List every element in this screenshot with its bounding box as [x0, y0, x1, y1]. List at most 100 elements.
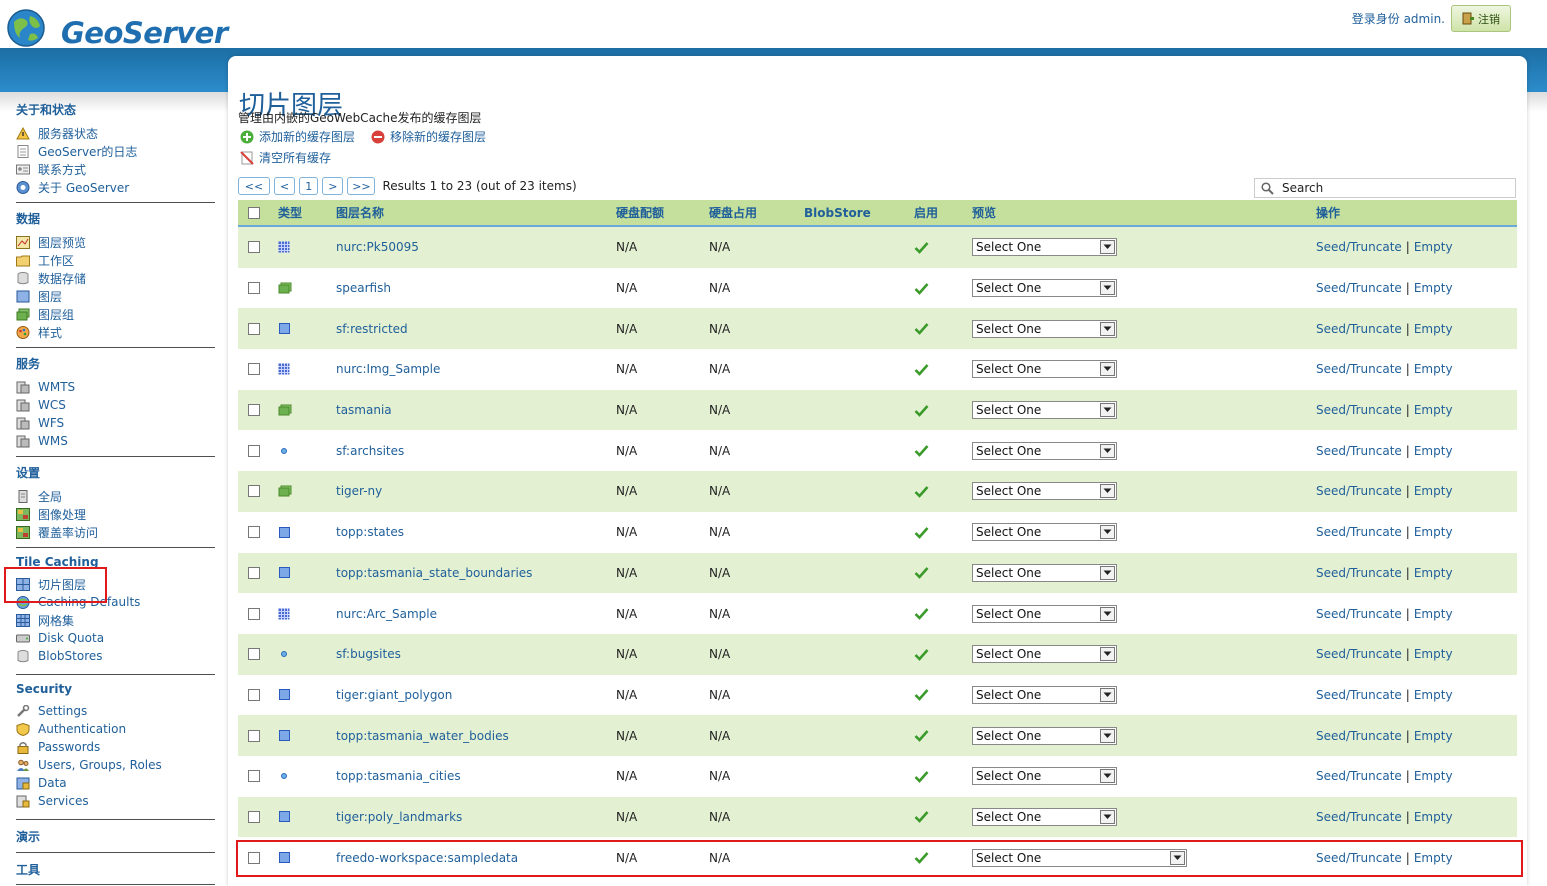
column-disk-quota[interactable]: 硬盘配额 [616, 204, 664, 221]
nav-item-coverage-access[interactable]: 覆盖率访问 [16, 523, 215, 541]
nav-item-image-processing[interactable]: 图像处理 [16, 505, 215, 523]
column-blobstore[interactable]: BlobStore [804, 206, 871, 220]
preview-select[interactable]: Select One [972, 685, 1117, 704]
next-page-button[interactable]: > [322, 177, 344, 195]
nav-item-wcs[interactable]: WCS [16, 396, 215, 414]
row-checkbox[interactable] [248, 729, 260, 742]
row-checkbox[interactable] [248, 526, 260, 539]
search-input[interactable] [1280, 180, 1504, 196]
empty-link[interactable]: Empty [1414, 810, 1453, 824]
seed-truncate-link[interactable]: Seed/Truncate [1316, 322, 1402, 336]
nav-item-log[interactable]: GeoServer的日志 [16, 142, 215, 160]
layer-name-link[interactable]: topp:tasmania_cities [336, 769, 461, 783]
nav-item-style[interactable]: 样式 [16, 323, 215, 341]
row-checkbox[interactable] [248, 241, 260, 254]
seed-truncate-link[interactable]: Seed/Truncate [1316, 607, 1402, 621]
column-type[interactable]: 类型 [278, 204, 302, 221]
seed-truncate-link[interactable]: Seed/Truncate [1316, 688, 1402, 702]
nav-item-caching-defaults[interactable]: Caching Defaults [16, 593, 215, 611]
last-page-button[interactable]: >> [347, 177, 376, 195]
nav-item-users-groups-roles[interactable]: Users, Groups, Roles [16, 756, 215, 774]
nav-section-demos[interactable]: 演示 [16, 828, 215, 851]
layer-name-link[interactable]: topp:states [336, 525, 404, 539]
layer-name-link[interactable]: nurc:Pk50095 [336, 240, 419, 254]
preview-select[interactable]: Select One [972, 482, 1117, 501]
column-layer-name[interactable]: 图层名称 [336, 204, 384, 221]
layer-name-link[interactable]: freedo-workspace:sampledata [336, 851, 518, 865]
nav-item-layergroup[interactable]: 图层组 [16, 305, 215, 323]
seed-truncate-link[interactable]: Seed/Truncate [1316, 729, 1402, 743]
row-checkbox[interactable] [248, 770, 260, 783]
preview-select[interactable]: Select One [972, 360, 1117, 379]
nav-item-wms[interactable]: WMS [16, 432, 215, 450]
empty-link[interactable]: Empty [1414, 403, 1453, 417]
nav-item-layer-preview[interactable]: 图层预览 [16, 233, 215, 251]
nav-item-services-security[interactable]: Services [16, 792, 215, 810]
nav-item-global[interactable]: 全局 [16, 487, 215, 505]
seed-truncate-link[interactable]: Seed/Truncate [1316, 851, 1402, 865]
empty-link[interactable]: Empty [1414, 607, 1453, 621]
preview-select[interactable]: Select One [972, 523, 1117, 542]
empty-link[interactable]: Empty [1414, 729, 1453, 743]
nav-item-layers[interactable]: 图层 [16, 287, 215, 305]
seed-truncate-link[interactable]: Seed/Truncate [1316, 362, 1402, 376]
layer-name-link[interactable]: spearfish [336, 281, 391, 295]
layer-name-link[interactable]: sf:restricted [336, 322, 408, 336]
nav-item-tile-layers[interactable]: 切片图层 [16, 575, 215, 593]
preview-select[interactable]: Select One [972, 767, 1117, 786]
empty-link[interactable]: Empty [1414, 484, 1453, 498]
empty-link[interactable]: Empty [1414, 444, 1453, 458]
column-enabled[interactable]: 启用 [914, 204, 938, 221]
nav-item-wmts[interactable]: WMTS [16, 378, 215, 396]
row-checkbox[interactable] [248, 810, 260, 823]
nav-item-gridsets[interactable]: 网格集 [16, 611, 215, 629]
column-disk-usage[interactable]: 硬盘占用 [709, 204, 757, 221]
empty-link[interactable]: Empty [1414, 647, 1453, 661]
seed-truncate-link[interactable]: Seed/Truncate [1316, 444, 1402, 458]
nav-item-contact[interactable]: 联系方式 [16, 160, 215, 178]
nav-item-data-security[interactable]: Data [16, 774, 215, 792]
nav-item-blobstores[interactable]: BlobStores [16, 647, 215, 665]
nav-item-about[interactable]: 关于 GeoServer [16, 178, 215, 196]
preview-select[interactable]: Select One [972, 645, 1117, 664]
empty-link[interactable]: Empty [1414, 525, 1453, 539]
logout-button[interactable]: 注销 [1451, 5, 1511, 32]
layer-name-link[interactable]: topp:tasmania_state_boundaries [336, 566, 532, 580]
seed-truncate-link[interactable]: Seed/Truncate [1316, 525, 1402, 539]
empty-link[interactable]: Empty [1414, 362, 1453, 376]
preview-select[interactable]: Select One [972, 319, 1117, 338]
empty-link[interactable]: Empty [1414, 240, 1453, 254]
nav-item-authentication[interactable]: Authentication [16, 720, 215, 738]
empty-link[interactable]: Empty [1414, 566, 1453, 580]
row-checkbox[interactable] [248, 485, 260, 498]
preview-select[interactable]: Select One [972, 401, 1117, 420]
layer-name-link[interactable]: topp:tasmania_water_bodies [336, 729, 509, 743]
empty-link[interactable]: Empty [1414, 322, 1453, 336]
nav-section-tools[interactable]: 工具 [16, 861, 215, 884]
nav-item-server-status[interactable]: 服务器状态 [16, 124, 215, 142]
seed-truncate-link[interactable]: Seed/Truncate [1316, 566, 1402, 580]
preview-select[interactable]: Select One [972, 563, 1117, 582]
row-checkbox[interactable] [248, 444, 260, 457]
layer-name-link[interactable]: sf:archsites [336, 444, 404, 458]
page-1-button[interactable]: 1 [299, 177, 319, 195]
layer-name-link[interactable]: tasmania [336, 403, 392, 417]
preview-select[interactable]: Select One [972, 279, 1117, 298]
row-checkbox[interactable] [248, 282, 260, 295]
seed-truncate-link[interactable]: Seed/Truncate [1316, 769, 1402, 783]
seed-truncate-link[interactable]: Seed/Truncate [1316, 403, 1402, 417]
empty-link[interactable]: Empty [1414, 688, 1453, 702]
seed-truncate-link[interactable]: Seed/Truncate [1316, 647, 1402, 661]
preview-select[interactable]: Select One [972, 604, 1117, 623]
preview-select[interactable]: Select One [972, 848, 1187, 867]
row-checkbox[interactable] [248, 566, 260, 579]
layer-name-link[interactable]: tiger:poly_landmarks [336, 810, 462, 824]
layer-name-link[interactable]: tiger-ny [336, 484, 382, 498]
row-checkbox[interactable] [248, 363, 260, 376]
preview-select[interactable]: Select One [972, 807, 1117, 826]
remove-cached-layer-link[interactable]: 移除新的缓存图层 [371, 128, 486, 145]
first-page-button[interactable]: << [238, 177, 270, 195]
row-checkbox[interactable] [248, 648, 260, 661]
layer-name-link[interactable]: sf:bugsites [336, 647, 401, 661]
seed-truncate-link[interactable]: Seed/Truncate [1316, 240, 1402, 254]
